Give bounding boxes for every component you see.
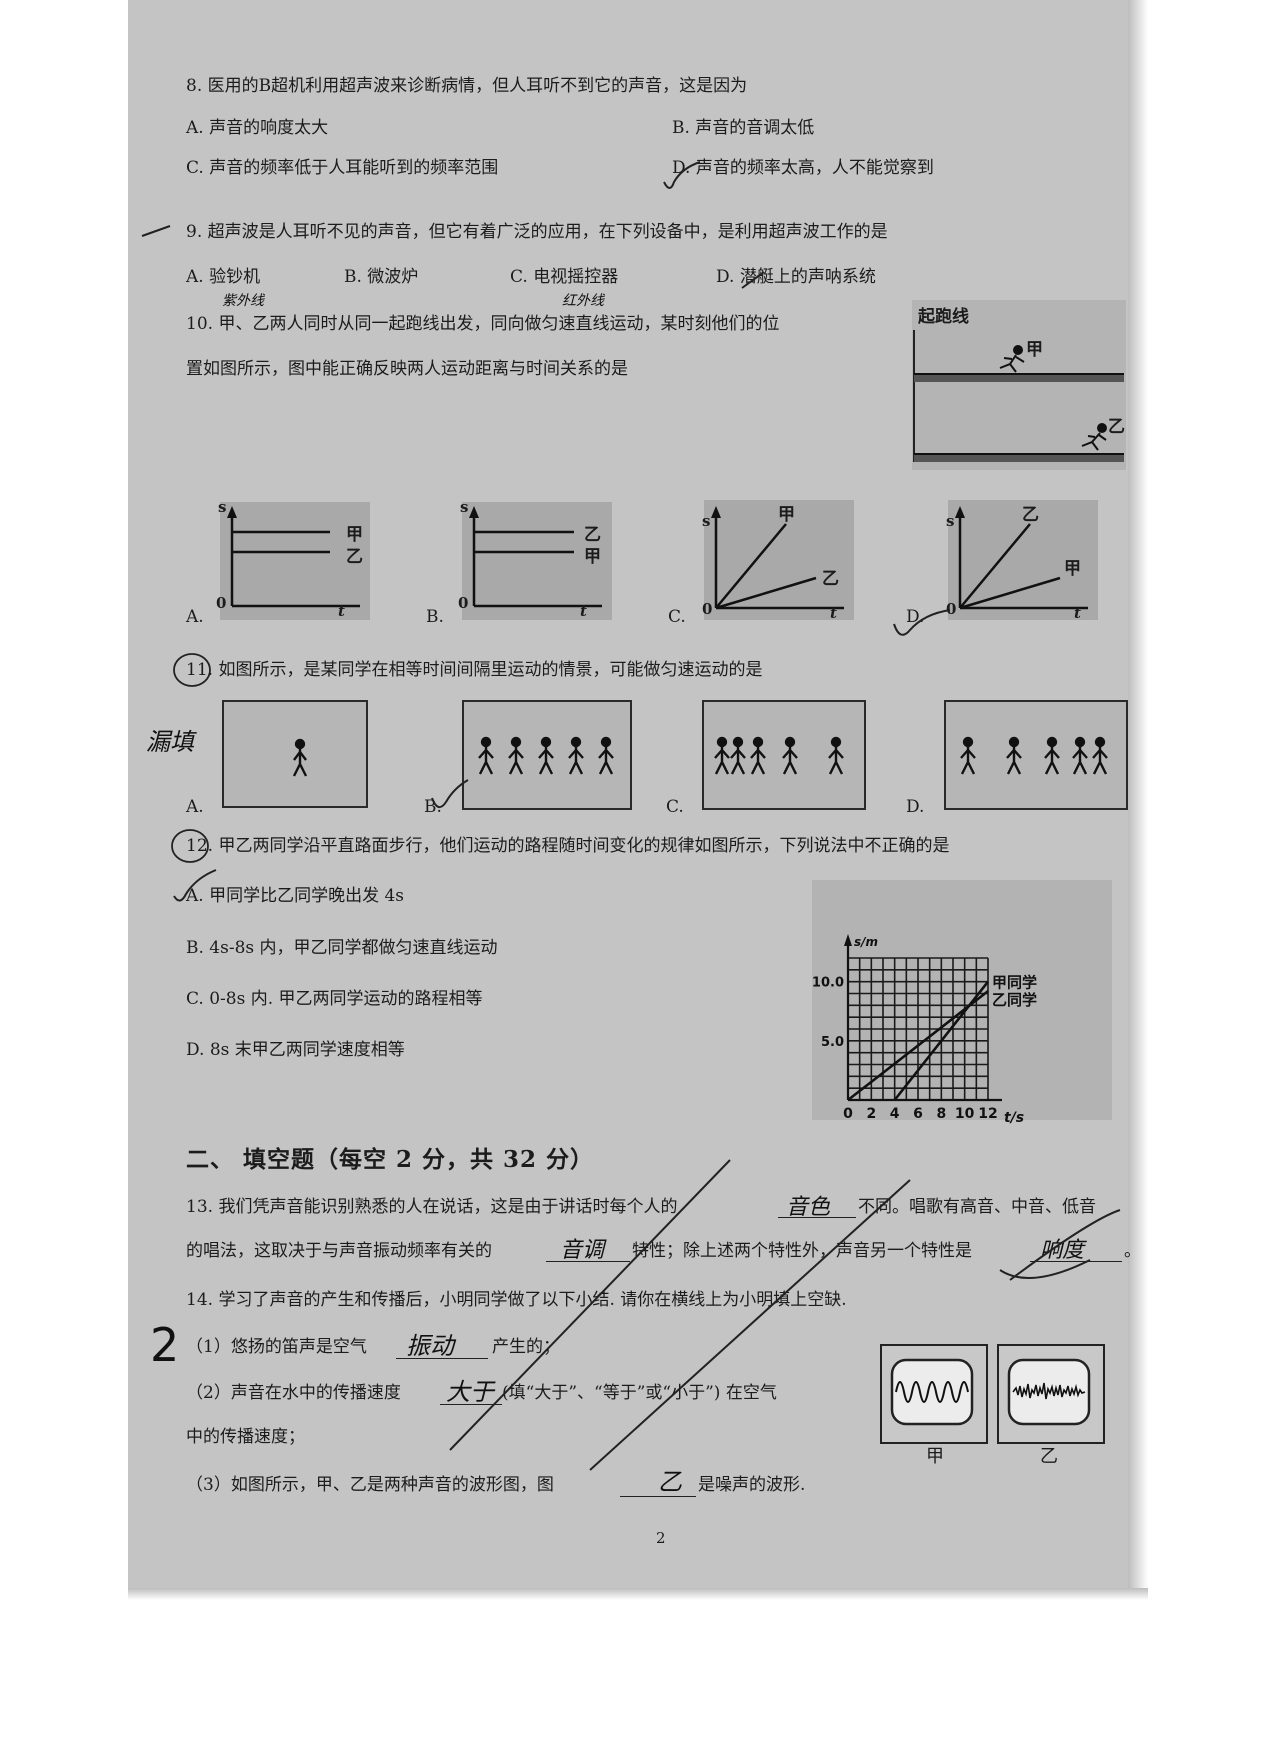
q10-graph-b-zero: 0 <box>458 594 469 612</box>
q8-option-a: A. 声音的响度太大 <box>186 118 329 138</box>
x-tick-label: 6 <box>913 1106 923 1122</box>
x-axis-label: t/s <box>1004 1110 1024 1126</box>
q10-graph-b-s: s <box>460 498 469 516</box>
q10-stem-line1: 10. 甲、乙两人同时从同一起跑线出发，同向做匀速直线运动，某时刻他们的位 <box>186 314 780 334</box>
q10-graph-c-label2: 乙 <box>822 569 839 589</box>
x-tick-label: 4 <box>890 1106 900 1122</box>
q9-option-b: B. 微波炉 <box>344 267 419 287</box>
q11-option-d: D. <box>906 797 925 817</box>
q10-runner-yi: 乙 <box>1108 417 1125 437</box>
q10-graph-d-s: s <box>946 512 955 530</box>
q9-note-uv: 紫外线 <box>222 293 264 309</box>
q13-line2-end: 。 <box>1124 1241 1141 1261</box>
q10-graph-d-t: t <box>1074 604 1081 622</box>
x-tick-label: 10 <box>955 1106 975 1122</box>
q9-margin-mark <box>141 225 171 237</box>
q11-frame-c <box>702 700 866 810</box>
y-tick-label: 10.0 <box>812 976 844 991</box>
paper-bottom-shadow <box>128 1588 1148 1600</box>
series-label-yi: 乙同学 <box>992 991 1037 1009</box>
x-tick-label: 2 <box>866 1106 876 1122</box>
q11-option-a: A. <box>186 797 204 817</box>
x-tick-label: 0 <box>843 1106 853 1122</box>
q10-graph-a: s 0 t 甲 乙 <box>216 498 370 620</box>
q14-wave-label-yi: 乙 <box>1040 1446 1058 1467</box>
q9-stem: 9. 超声波是人耳听不见的声音，但它有着广泛的应用，在下列设备中，是利用超声波工… <box>186 222 888 242</box>
q9-option-a: A. 验钞机 <box>186 267 261 287</box>
q11-frame-c-figures <box>714 736 844 775</box>
q8-check-mark <box>663 161 701 189</box>
q14-wave-yi-screen <box>1007 1358 1091 1426</box>
q11-frame-b-figures <box>478 736 614 775</box>
q10-option-a: A. <box>186 607 204 627</box>
q12-stem: 12. 甲乙两同学沿平直路面步行，他们运动的路程随时间变化的规律如图所示，下列说… <box>186 836 950 856</box>
q10-graph-d-label2: 甲 <box>1064 559 1081 579</box>
q14-wave-jia-screen <box>890 1358 974 1426</box>
q10-option-c: C. <box>668 607 686 627</box>
q10-graph-d: s 0 t 乙 甲 <box>946 500 1098 622</box>
page-number: 2 <box>656 1529 666 1547</box>
q10-graph-c: s 0 t 甲 乙 <box>702 500 854 622</box>
q14-wave-frame-yi <box>997 1344 1105 1444</box>
q10-start-line-figure: 起跑线 甲 乙 <box>912 300 1126 470</box>
x-tick-label: 8 <box>936 1106 946 1122</box>
q14-wave-frame-jia <box>880 1344 988 1444</box>
q11-option-c: C. <box>666 797 684 817</box>
q9-option-c: C. 电视摇控器 <box>510 267 619 287</box>
series-label-jia: 甲同学 <box>992 974 1037 992</box>
q11-frame-d-figures <box>960 736 1108 775</box>
y-axis-label: s/m <box>854 935 878 949</box>
q9-check-mark <box>741 271 765 289</box>
q10-graph-c-zero: 0 <box>702 600 713 618</box>
q8-option-b: B. 声音的音调太低 <box>672 118 815 138</box>
q11-frame-d <box>944 700 1128 810</box>
q14-blank-3 <box>620 1496 696 1497</box>
q11-frame-a <box>222 700 368 808</box>
q11-frame-a-figures <box>292 738 308 777</box>
q11-note: 漏填 <box>146 728 194 756</box>
q10-check-mark <box>893 609 951 636</box>
q10-graph-a-s: s <box>218 498 227 516</box>
q12-distance-time-chart: 甲同学乙同学 0 2 4 6 8 10 12 5.0 10.0 s/m t/s <box>812 880 1112 1126</box>
q11-frame-b <box>462 700 632 810</box>
q8-stem: 8. 医用的B超机利用超声波来诊断病情，但人耳听不到它的声音，这是因为 <box>186 76 748 96</box>
q10-graph-a-t: t <box>338 602 345 620</box>
q14-wave-label-jia: 甲 <box>926 1446 944 1467</box>
q10-option-b: B. <box>426 607 444 627</box>
x-tick-label: 12 <box>978 1106 997 1122</box>
q12-option-d: D. 8s 末甲乙两同学速度相等 <box>186 1040 405 1060</box>
q10-graph-a-zero: 0 <box>216 594 227 612</box>
q10-graph-b-label2: 甲 <box>584 547 601 567</box>
q10-graph-c-s: s <box>702 512 711 530</box>
q10-graph-b: s 0 t 乙 甲 <box>458 498 612 620</box>
q9-note-ir: 红外线 <box>562 293 604 309</box>
q11-stem: 11. 如图所示，是某同学在相等时间间隔里运动的情景，可能做匀速运动的是 <box>186 660 763 680</box>
q12-check-mark <box>173 869 217 902</box>
q10-graph-d-label1: 乙 <box>1022 505 1039 525</box>
q10-graph-b-t: t <box>580 602 587 620</box>
q12-option-c: C. 0-8s 内. 甲乙两同学运动的路程相等 <box>186 989 483 1009</box>
q10-runner-jia: 甲 <box>1026 340 1043 360</box>
q10-graph-a-label2: 乙 <box>346 547 363 567</box>
q10-graph-c-t: t <box>830 604 837 622</box>
q10-stem-line2: 置如图所示，图中能正确反映两人运动距离与时间关系的是 <box>186 359 628 379</box>
q8-option-c: C. 声音的频率低于人耳能听到的频率范围 <box>186 158 499 178</box>
q10-graph-c-label1: 甲 <box>778 505 795 525</box>
q12-option-b: B. 4s-8s 内，甲乙同学都做匀速直线运动 <box>186 938 498 958</box>
q11-check-mark <box>431 779 469 809</box>
q10-track-drawing <box>913 330 1124 462</box>
paper-edge-shadow <box>1128 0 1148 1600</box>
y-tick-label: 5.0 <box>821 1035 844 1050</box>
